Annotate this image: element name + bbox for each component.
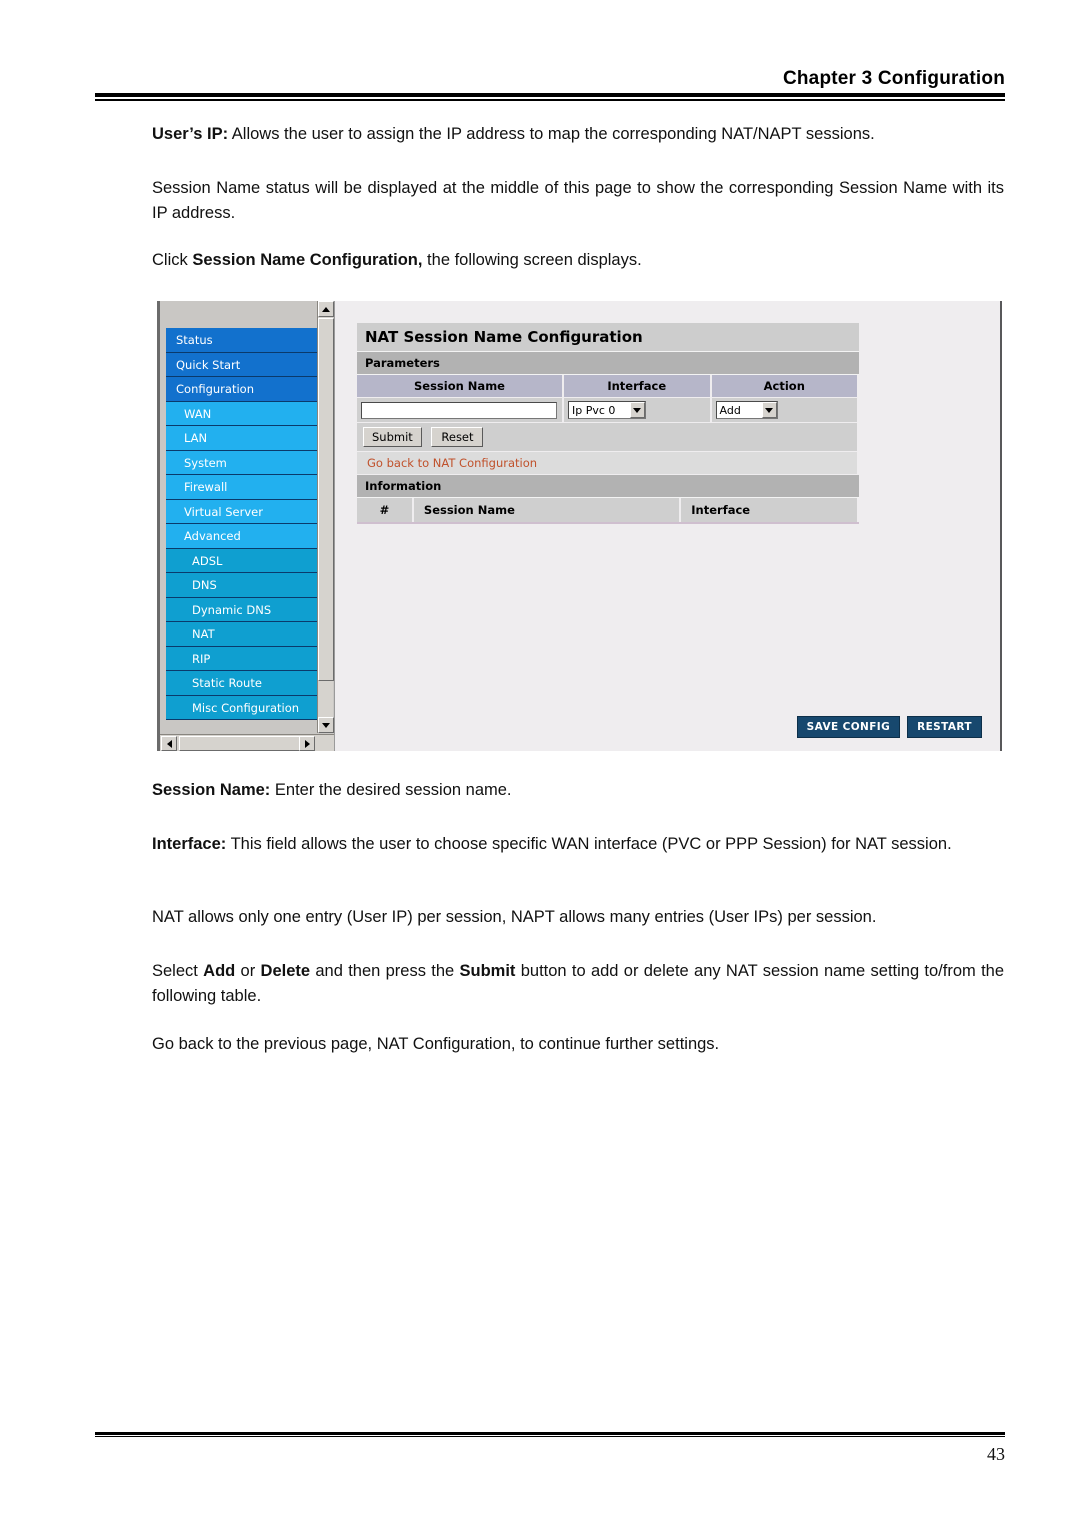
interface-label: Interface: [152,835,227,853]
interface-select[interactable]: Ip Pvc 0 [567,401,646,419]
session-name-text: Enter the desired session name. [270,781,512,799]
paragraph-select-add-delete: Select Add or Delete and then press the … [152,959,1004,1009]
parameters-table: Session Name Interface Action Ip Pvc 0 A… [357,375,860,475]
goback-cell: Go back to NAT Configuration [357,451,859,475]
vertical-scroll-thumb[interactable] [318,318,334,681]
document-page: Chapter 3 Configuration User’s IP: Allow… [0,0,1080,1528]
scroll-right-arrow-icon[interactable] [299,736,315,751]
footer-divider [95,1432,1005,1435]
scroll-down-arrow-icon[interactable] [318,717,334,733]
sidebar-menu-list[interactable]: Status Quick Start Configuration WAN LAN Syst… [166,328,318,733]
session-name-label: Session Name: [152,781,271,799]
select-pre-text: Select [152,962,204,980]
router-sidebar: Status Quick Start Configuration WAN LAN Syst… [157,301,337,751]
header-divider [95,93,1005,101]
sidebar-item-adsl[interactable]: ADSL [166,548,318,573]
scroll-left-arrow-icon[interactable] [161,736,177,751]
select-or-text: or [235,962,261,980]
paragraph-go-back: Go back to the previous page, NAT Config… [152,1035,720,1053]
interface-text: This field allows the user to choose spe… [226,835,952,853]
column-header-action: Action [710,375,860,398]
sidebar-item-status[interactable]: Status [166,328,318,353]
sidebar-item-advanced[interactable]: Advanced [166,524,318,549]
action-select[interactable]: Add [715,401,778,419]
sidebar-item-firewall[interactable]: Firewall [166,475,318,500]
sidebar-item-virtual-server[interactable]: Virtual Server [166,499,318,524]
goback-row: Go back to NAT Configuration [357,451,859,475]
submit-keyword: Submit [459,962,516,980]
embedded-router-screenshot: Status Quick Start Configuration WAN LAN Syst… [157,301,1002,751]
panel-title: NAT Session Name Configuration [357,323,859,352]
info-column-header-interface: Interface [680,498,859,524]
click-bold-text: Session Name Configuration, [192,251,423,269]
button-cell: Submit Reset [357,422,859,452]
router-action-buttons: SAVE CONFIG RESTART [796,716,982,738]
page-number: 43 [987,1444,1005,1464]
sidebar-item-rip[interactable]: RIP [166,646,318,671]
action-select-value: Add [719,403,741,417]
reset-button[interactable]: Reset [431,427,484,447]
info-column-header-hash: # [357,498,414,524]
sidebar-item-configuration[interactable]: Configuration [166,377,318,402]
paragraph-session-name: Session Name: Enter the desired session … [152,778,1004,803]
users-ip-label: User’s IP: [152,125,229,143]
delete-keyword: Delete [260,962,311,980]
info-column-header-session-name: Session Name [412,498,682,524]
sidebar-top-band [160,301,318,328]
paragraph-session-status: Session Name status will be displayed at… [152,179,1004,222]
information-header-row: # Session Name Interface [357,498,859,524]
button-row: Submit Reset [357,422,859,452]
sidebar-item-static-route[interactable]: Static Route [166,671,318,696]
horizontal-scroll-thumb[interactable] [179,736,304,751]
click-post-text: the following screen displays. [422,251,642,269]
chapter-header: Chapter 3 Configuration [782,68,1005,89]
paragraph-interface: Interface: This field allows the user to… [152,832,1004,857]
action-cell: Add [710,397,860,423]
paragraph-users-ip: User’s IP: Allows the user to assign the… [152,122,1004,147]
information-table: # Session Name Interface [357,498,859,524]
sidebar-item-dns[interactable]: DNS [166,573,318,598]
footer-divider-thin [95,1436,1005,1437]
scroll-up-arrow-icon[interactable] [318,301,334,317]
router-content-pane: NAT Session Name Configuration Parameter… [334,301,1000,751]
users-ip-text: Allows the user to assign the IP address… [228,125,875,143]
submit-button[interactable]: Submit [363,427,422,447]
information-section-label: Information [357,475,859,498]
column-header-interface: Interface [562,375,712,398]
sidebar-item-nat[interactable]: NAT [166,622,318,647]
sidebar-vertical-scrollbar[interactable] [317,301,334,733]
save-config-button[interactable]: SAVE CONFIG [796,716,901,738]
sidebar-item-quick-start[interactable]: Quick Start [166,352,318,377]
chevron-down-icon[interactable] [629,402,645,418]
sidebar-item-wan[interactable]: WAN [166,401,318,426]
sidebar-item-lan[interactable]: LAN [166,426,318,451]
go-back-to-nat-configuration-link[interactable]: Go back to NAT Configuration [367,456,537,470]
sidebar-item-misc-configuration[interactable]: Misc Configuration [166,695,318,720]
session-name-cell [357,397,564,423]
session-name-input[interactable] [361,401,557,419]
parameters-section-label: Parameters [357,352,859,375]
sidebar-horizontal-scrollbar[interactable] [160,734,337,751]
column-header-session-name: Session Name [357,375,564,398]
parameters-header-row: Session Name Interface Action [357,375,860,398]
click-pre-text: Click [152,251,193,269]
add-keyword: Add [203,962,236,980]
sidebar-item-dynamic-dns[interactable]: Dynamic DNS [166,597,318,622]
restart-button[interactable]: RESTART [907,716,982,738]
paragraph-click-instruction: Click Session Name Configuration, the fo… [152,248,1004,273]
sidebar-item-system[interactable]: System [166,450,318,475]
interface-select-value: Ip Pvc 0 [571,403,616,417]
interface-cell: Ip Pvc 0 [562,397,712,423]
select-mid-text: and then press the [310,962,460,980]
paragraph-nat-allows: NAT allows only one entry (User IP) per … [152,908,877,926]
chevron-down-icon[interactable] [761,402,777,418]
parameters-input-row: Ip Pvc 0 Add [357,397,860,423]
